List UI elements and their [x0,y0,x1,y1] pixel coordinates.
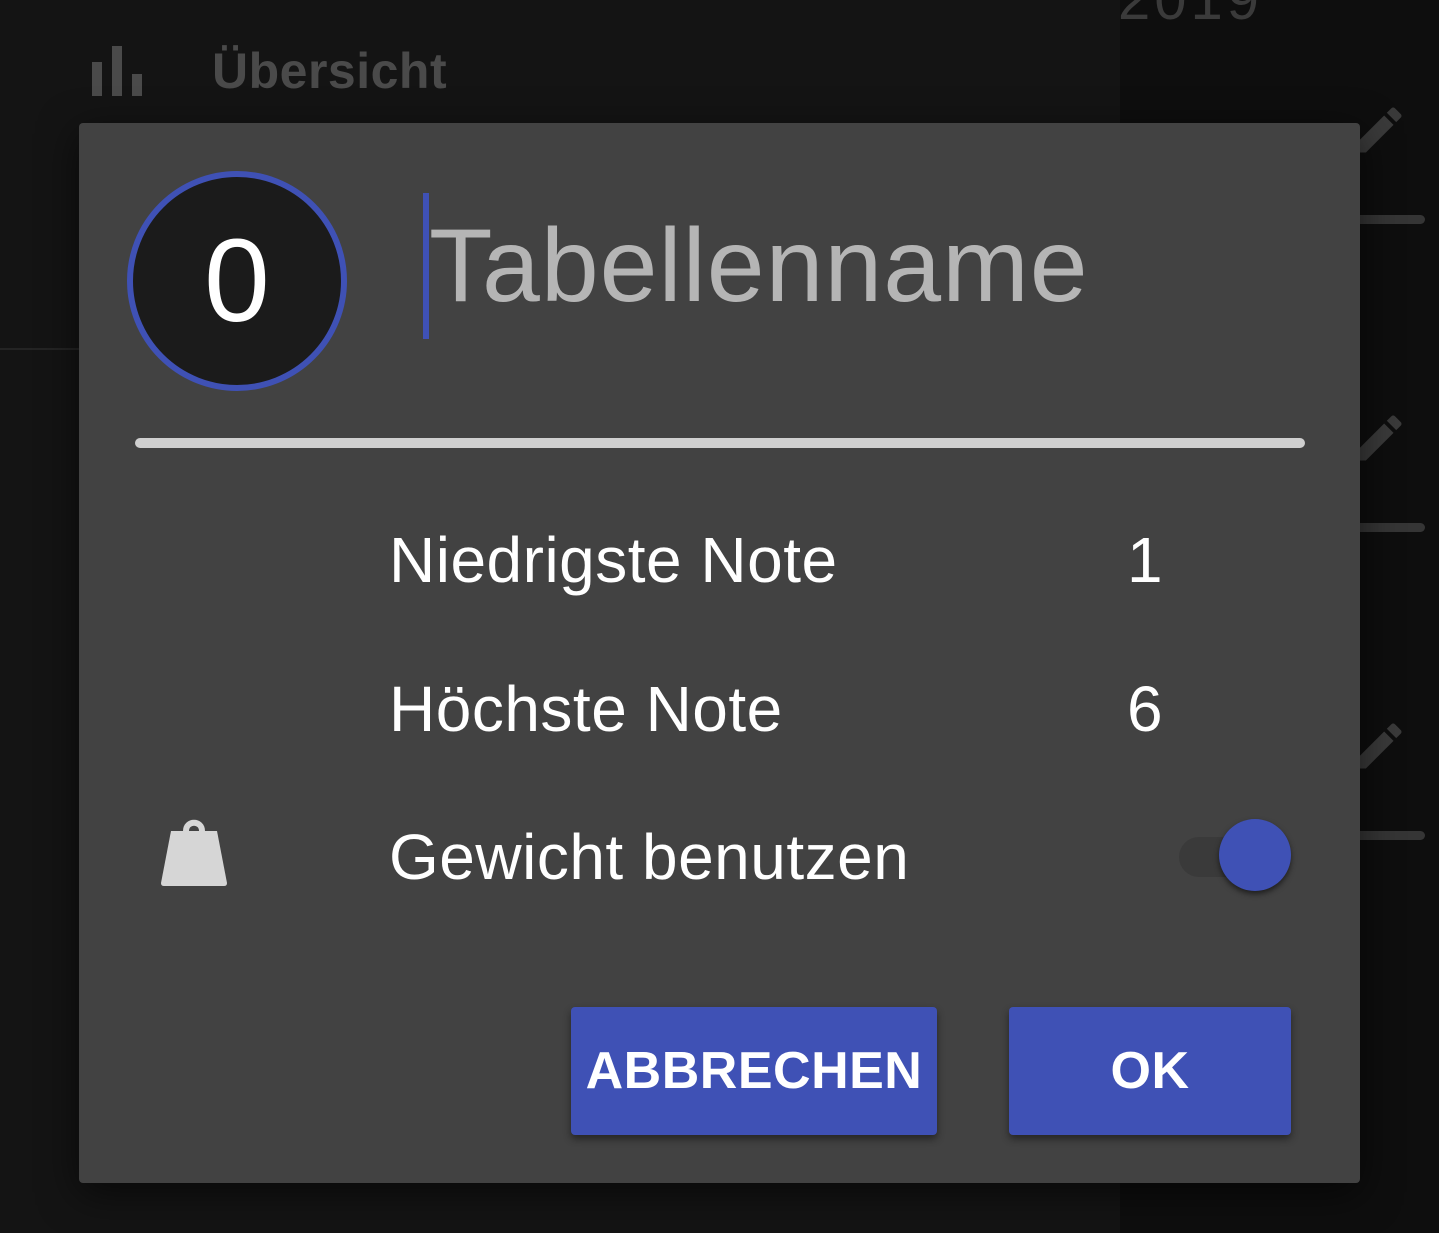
bar-chart-icon [92,46,144,96]
input-underline [135,438,1305,448]
lowest-grade-label: Niedrigste Note [389,524,838,596]
drawer-item-overview[interactable]: Übersicht [92,36,447,106]
highest-grade-row[interactable]: Höchste Note 6 [79,664,1360,754]
lowest-grade-value[interactable]: 1 [1127,515,1163,605]
use-weight-label: Gewicht benutzen [389,821,910,893]
use-weight-row[interactable]: Gewicht benutzen [79,812,1360,902]
toggle-thumb [1219,819,1291,891]
use-weight-toggle[interactable] [1179,819,1293,893]
year-label: 2019 [1118,0,1263,33]
highest-grade-label: Höchste Note [389,673,783,745]
table-name-input[interactable]: Tabellenname [423,193,1303,339]
drawer-divider [0,348,80,350]
screen: Übersicht 2019 0 Tabellenname Niedrigste… [0,0,1439,1233]
lowest-grade-row[interactable]: Niedrigste Note 1 [79,515,1360,605]
cancel-button[interactable]: ABBRECHEN [571,1007,937,1135]
create-table-dialog: 0 Tabellenname Niedrigste Note 1 Höchste… [79,123,1360,1183]
table-count-badge: 0 [127,171,347,391]
ok-button[interactable]: OK [1009,1007,1291,1135]
highest-grade-value[interactable]: 6 [1127,664,1163,754]
drawer-item-label: Übersicht [212,43,448,99]
table-name-placeholder: Tabellenname [429,208,1089,324]
